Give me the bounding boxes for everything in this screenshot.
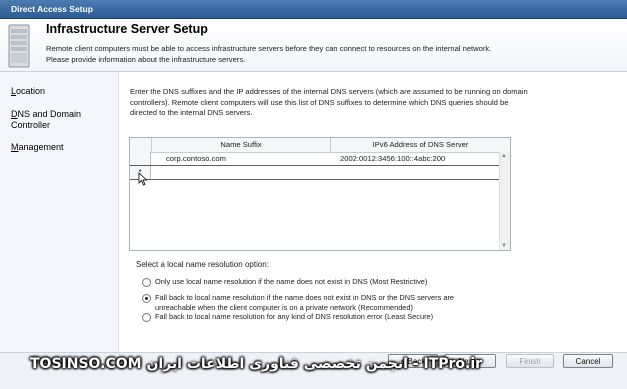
table-row[interactable]: corp.contoso.com 2002:0012:3456:100::4ab… xyxy=(130,152,510,166)
scroll-up-icon[interactable]: ▲ xyxy=(501,153,507,159)
table-scrollbar[interactable]: ▲ ▼ xyxy=(499,152,510,250)
row-selector[interactable] xyxy=(130,152,151,165)
mouse-cursor-icon xyxy=(138,172,148,186)
intro-text: Enter the DNS suffixes and the IP addres… xyxy=(130,87,528,117)
column-header-ipv6-address[interactable]: IPv6 Address of DNS Server xyxy=(331,138,510,152)
resolution-options-label: Select a local name resolution option: xyxy=(136,260,269,269)
row-selector-header xyxy=(130,138,152,152)
server-icon xyxy=(8,24,30,68)
nav-item-management[interactable]: Management xyxy=(11,142,64,153)
table-row-new[interactable]: * xyxy=(130,166,510,180)
main-content: Enter the DNS suffixes and the IP addres… xyxy=(119,72,627,352)
window-title: Direct Access Setup xyxy=(11,4,93,14)
cell-name-suffix[interactable]: corp.contoso.com xyxy=(166,152,226,165)
nav-item-dns-domain-controller[interactable]: DNS and Domain Controller xyxy=(11,109,101,131)
radio-label: Fall back to local name resolution for a… xyxy=(155,312,434,321)
radio-button[interactable] xyxy=(142,313,151,322)
finish-button[interactable]: Finish xyxy=(506,354,554,368)
wizard-header: Infrastructure Server Setup Remote clien… xyxy=(0,19,627,72)
radio-button[interactable] xyxy=(142,278,151,287)
window-title-bar: Direct Access Setup xyxy=(0,0,627,19)
page-title: Infrastructure Server Setup xyxy=(46,22,208,36)
radio-label: Only use local name resolution if the na… xyxy=(155,277,428,286)
radio-label: Fall back to local name resolution if th… xyxy=(155,293,455,312)
column-header-name-suffix[interactable]: Name Suffix xyxy=(152,138,331,152)
wizard-steps-nav: Location DNS and Domain Controller Manag… xyxy=(0,72,119,352)
nav-item-location[interactable]: Location xyxy=(11,86,45,97)
radio-button-selected[interactable] xyxy=(142,294,151,303)
table-header: Name Suffix IPv6 Address of DNS Server xyxy=(130,138,510,153)
cell-ipv6-address[interactable]: 2002:0012:3456:100::4abc:200 xyxy=(340,152,445,165)
dns-suffix-table[interactable]: Name Suffix IPv6 Address of DNS Server c… xyxy=(129,137,511,251)
scroll-down-icon[interactable]: ▼ xyxy=(501,243,507,249)
cancel-button[interactable]: Cancel xyxy=(563,354,613,368)
page-description: Remote client computers must be able to … xyxy=(46,44,492,64)
watermark-text: TOSINSO.COM انجمن تخصصی فناوری اطلاعات ا… xyxy=(30,356,483,372)
